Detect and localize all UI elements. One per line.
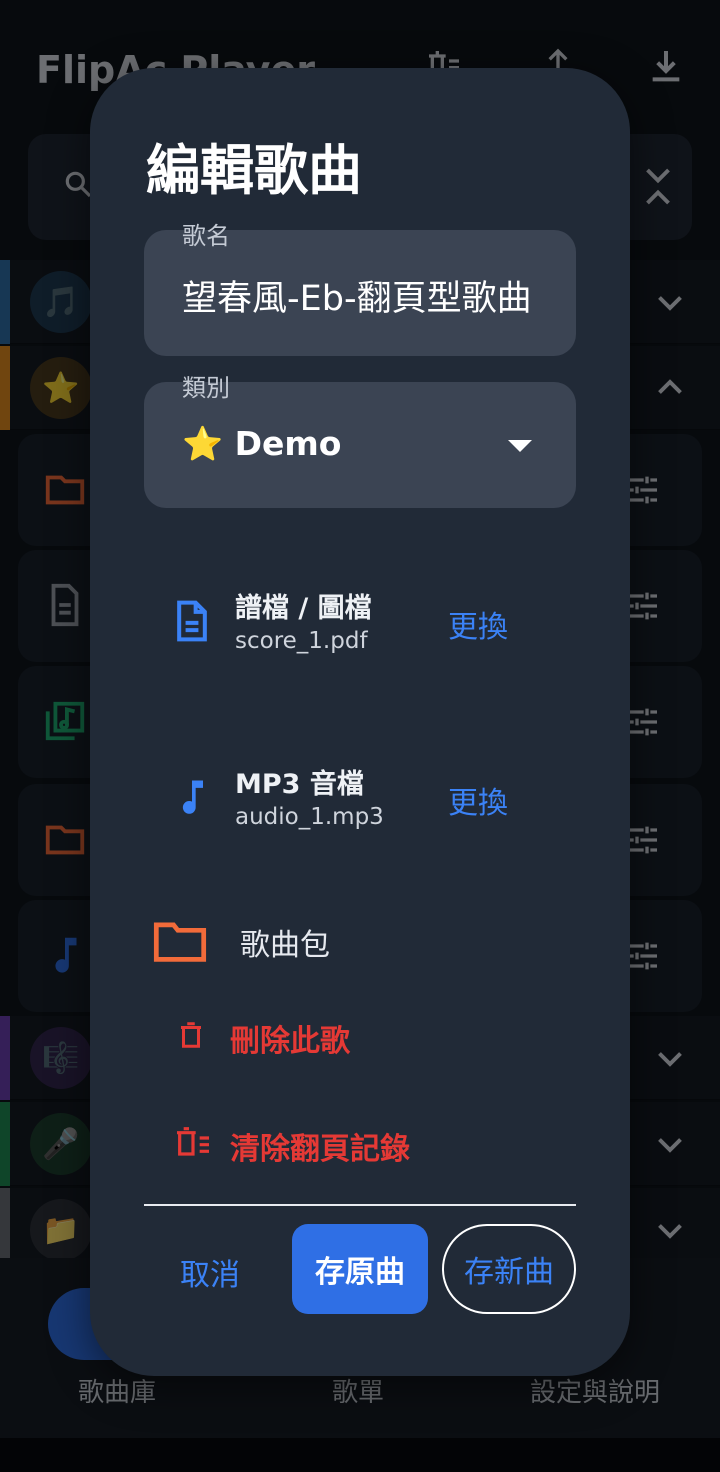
cancel-button[interactable]: 取消 <box>180 1250 240 1294</box>
folder-icon <box>153 922 207 962</box>
dialog-title: 編輯歌曲 <box>146 139 362 202</box>
song-package-label[interactable]: 歌曲包 <box>240 920 330 964</box>
category-value[interactable]: ⭐ Demo <box>182 424 341 464</box>
save-original-button[interactable]: 存原曲 <box>292 1224 428 1314</box>
song-name-value[interactable]: 望春風-Eb-翻頁型歌曲 <box>182 270 532 321</box>
dropdown-arrow-icon[interactable] <box>508 440 532 452</box>
music-note-icon <box>182 780 203 814</box>
delete-song-button[interactable]: 刪除此歌 <box>230 1016 350 1060</box>
edit-song-dialog: 編輯歌曲 歌名 望春風-Eb-翻頁型歌曲 類別 ⭐ Demo 譜檔 / 圖檔 s… <box>90 68 630 1376</box>
divider <box>144 1204 576 1206</box>
save-new-button[interactable]: 存新曲 <box>442 1224 576 1314</box>
category-label: 類別 <box>182 374 230 402</box>
clear-records-icon <box>177 1127 209 1156</box>
audio-file-title: MP3 音檔 <box>235 769 364 800</box>
clear-page-turn-button[interactable]: 清除翻頁記錄 <box>230 1124 410 1168</box>
trash-icon <box>181 1022 201 1048</box>
document-icon <box>177 600 207 642</box>
audio-file-name: audio_1.mp3 <box>235 804 384 830</box>
change-score-button[interactable]: 更換 <box>448 602 508 646</box>
change-audio-button[interactable]: 更換 <box>448 778 508 822</box>
song-name-label: 歌名 <box>182 222 230 250</box>
score-file-title: 譜檔 / 圖檔 <box>235 593 372 624</box>
score-file-name: score_1.pdf <box>235 628 368 654</box>
